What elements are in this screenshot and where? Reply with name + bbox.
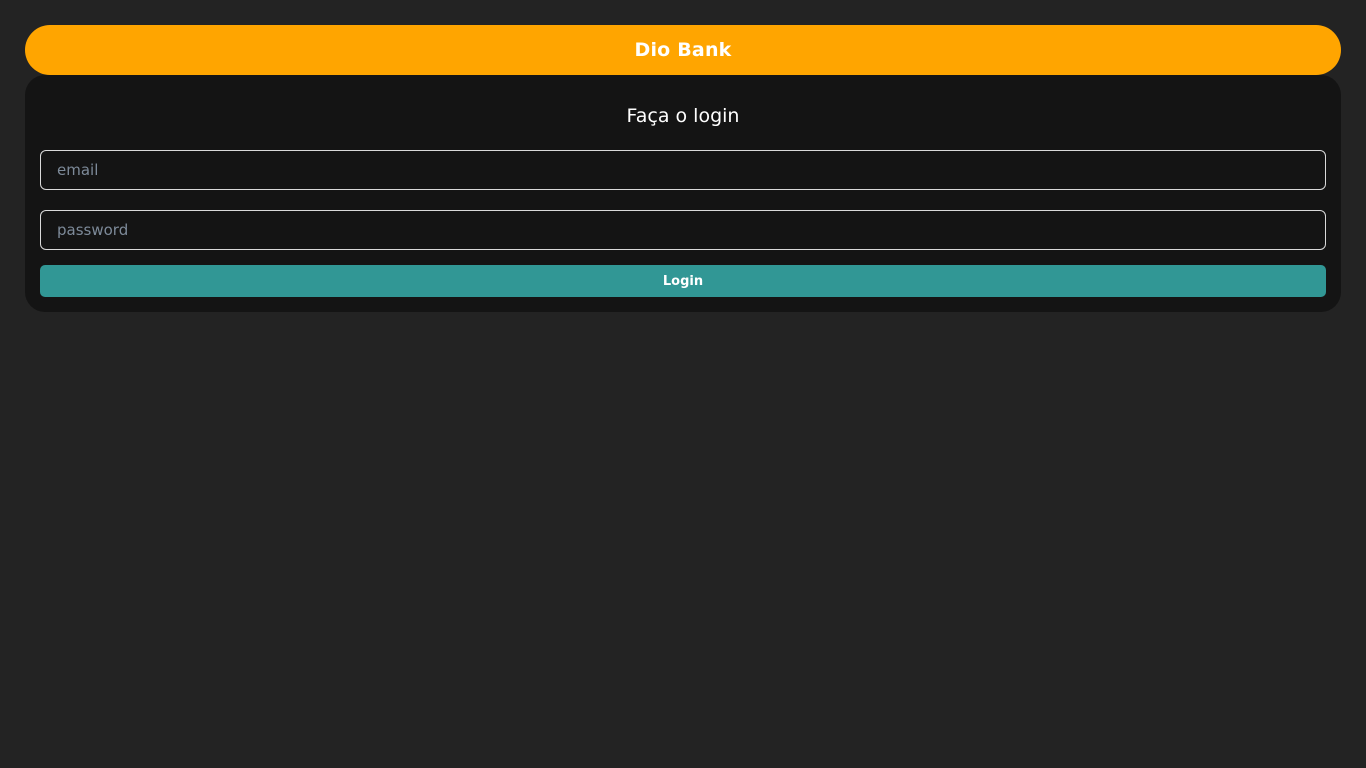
header-bar: Dio Bank (25, 25, 1341, 75)
password-field[interactable] (40, 210, 1326, 250)
email-field[interactable] (40, 150, 1326, 190)
app-root: Dio Bank Faça o login Login (0, 0, 1366, 768)
app-title: Dio Bank (634, 39, 732, 61)
login-button[interactable]: Login (40, 265, 1326, 297)
login-title: Faça o login (626, 105, 740, 127)
